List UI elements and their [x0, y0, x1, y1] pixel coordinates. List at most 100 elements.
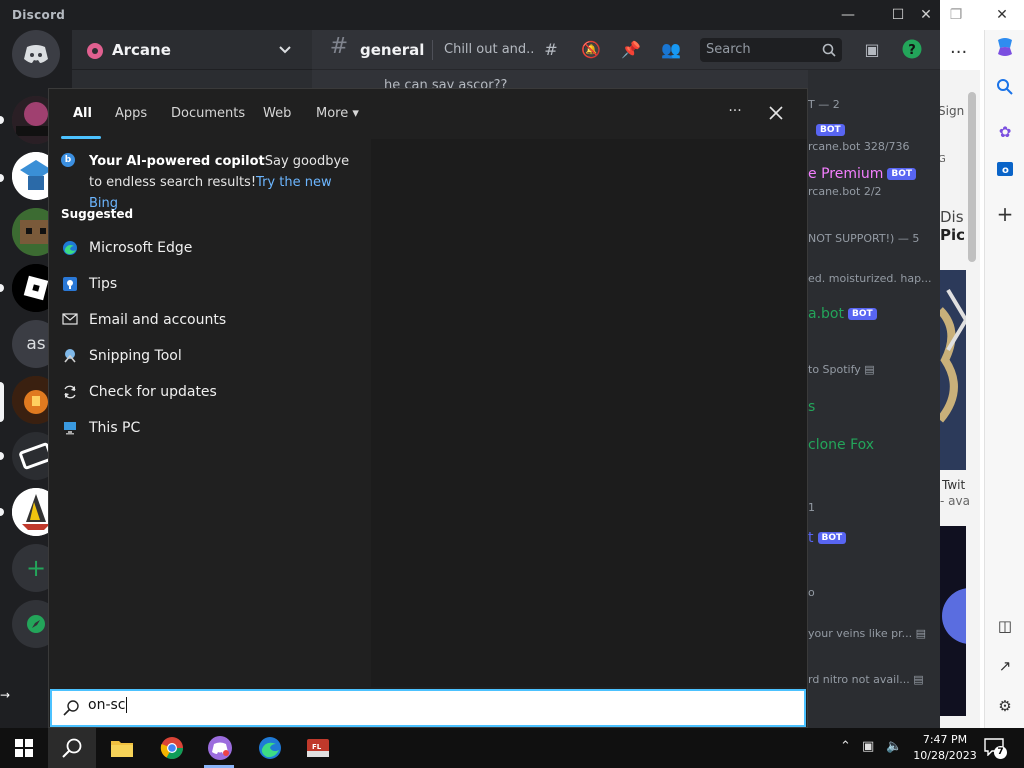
minimize-icon[interactable]: — [836, 4, 860, 26]
app-title: Discord [12, 8, 66, 22]
chrome-button[interactable] [148, 728, 196, 768]
chevron-down-icon[interactable] [278, 44, 292, 56]
tab-documents[interactable]: Documents [171, 106, 245, 121]
chat-header: # general Chill out and.. # 🔕 📌 👥 Search… [312, 30, 940, 70]
member-section: NOT SUPPORT!) — 5 [808, 232, 920, 245]
more-options-button[interactable]: ··· [723, 101, 747, 125]
member-name[interactable]: a.bot BOT [808, 306, 877, 322]
member-name[interactable]: clone Fox [808, 437, 874, 453]
hashtag-icon: # [329, 34, 349, 59]
suggested-item-tips[interactable]: Tips [49, 267, 371, 303]
search-taskbar-button[interactable] [48, 728, 96, 768]
sign-in-text[interactable]: Sign [940, 104, 964, 118]
notification-count-badge: 7 [994, 746, 1007, 759]
volume-muted-icon[interactable]: 🔈 [886, 739, 902, 754]
search-input[interactable]: on-sc [88, 697, 788, 721]
mail-icon [61, 312, 79, 330]
inbox-icon[interactable]: ▣ [861, 40, 883, 60]
folder-icon [111, 741, 133, 757]
channel-topic[interactable]: Chill out and.. [444, 42, 534, 57]
settings-gear-icon[interactable]: ⚙ [993, 694, 1017, 718]
more-options-icon[interactable]: ··· [950, 42, 967, 63]
clock-date: 10/28/2023 [913, 749, 977, 762]
members-icon[interactable]: 👥 [660, 40, 682, 60]
suggested-item-label: Snipping Tool [89, 348, 182, 364]
discord-taskbar-button[interactable] [196, 728, 244, 768]
unread-indicator [0, 116, 4, 124]
member-name[interactable]: t BOT [808, 530, 847, 546]
copilot-icon[interactable] [993, 36, 1017, 60]
tab-apps[interactable]: Apps [115, 106, 147, 121]
close-window-icon[interactable]: ✕ [914, 4, 938, 26]
search-icon[interactable] [993, 78, 1017, 102]
help-icon[interactable]: ? [901, 39, 923, 59]
search-tabs: All Apps Documents Web More ▾ ··· [49, 89, 809, 139]
mouse-cursor-icon: → [0, 688, 11, 702]
network-icon[interactable]: ▣ [862, 739, 874, 754]
search-input[interactable]: Search [700, 38, 842, 62]
bing-promo[interactable]: b Your AI-powered copilotSay goodbye to … [61, 151, 361, 214]
start-button[interactable] [0, 728, 48, 768]
snipping-tool-icon [61, 348, 79, 366]
tips-icon [61, 276, 79, 294]
search-icon [63, 700, 79, 716]
member-section: o [808, 586, 815, 599]
file-explorer-button[interactable] [98, 728, 146, 768]
suggested-item-snipping-tool[interactable]: Snipping Tool [49, 339, 371, 375]
refresh-icon [61, 384, 79, 402]
external-link-icon[interactable]: ↗ [993, 654, 1017, 678]
windows-logo-icon [15, 739, 33, 757]
close-window-icon[interactable]: ✕ [990, 4, 1014, 26]
member-name[interactable]: e Premium BOT [808, 166, 917, 182]
search-box[interactable]: on-sc [50, 689, 806, 727]
search-results-list: b Your AI-powered copilotSay goodbye to … [49, 139, 371, 687]
suggested-item-email-and-accounts[interactable]: Email and accounts [49, 303, 371, 339]
suggested-item-microsoft-edge[interactable]: Microsoft Edge [49, 231, 371, 267]
svg-text:FL: FL [312, 743, 322, 751]
tab-web[interactable]: Web [263, 106, 291, 121]
svg-text:o: o [1002, 165, 1009, 176]
bing-promo-title: Your AI-powered copilot [89, 154, 265, 169]
preview-pane [371, 139, 807, 687]
close-icon [769, 106, 783, 120]
discord-home-icon[interactable] [12, 30, 60, 78]
member-status: to Spotify ▤ [808, 363, 875, 376]
restore-icon[interactable]: ❐ [944, 4, 968, 26]
channel-name: general [360, 41, 425, 59]
search-icon [822, 43, 836, 57]
maximize-icon[interactable]: ☐ [886, 4, 910, 26]
suggested-item-check-for-updates[interactable]: Check for updates [49, 375, 371, 411]
page-text: - ava [940, 494, 970, 508]
threads-icon[interactable]: # [540, 40, 562, 60]
bing-icon: b [61, 153, 75, 167]
clock[interactable]: 7:47 PM 10/28/2023 [912, 732, 978, 764]
outlook-icon[interactable]: o [993, 160, 1017, 184]
app-taskbar-button[interactable]: FL [294, 728, 342, 768]
member-status: rd nitro not avail... ▤ [808, 673, 924, 686]
page-text: Dis [940, 208, 964, 226]
chrome-icon [160, 737, 183, 759]
chevron-up-icon[interactable]: ⌃ [840, 739, 851, 754]
scrollbar[interactable] [968, 92, 976, 262]
taskbar: FL ⌃ ▣ 🔈 7:47 PM 10/28/2023 7 [0, 728, 1024, 768]
tab-more[interactable]: More ▾ [316, 106, 359, 121]
suggested-item-this-pc[interactable]: This PC [49, 411, 371, 447]
computer-icon [61, 420, 79, 438]
server-initials: as [26, 334, 46, 354]
server-name: Arcane [112, 41, 171, 59]
split-screen-icon[interactable]: ◫ [993, 614, 1017, 638]
mute-icon[interactable]: 🔕 [580, 40, 602, 60]
close-search-button[interactable] [763, 101, 789, 127]
server-header[interactable]: Arcane [72, 30, 312, 70]
add-icon[interactable]: + [993, 202, 1017, 226]
discord-titlebar: Discord — ☐ ✕ [0, 0, 940, 30]
page-text: Pic [940, 226, 966, 244]
windows-search-panel: All Apps Documents Web More ▾ ··· b Your… [48, 88, 808, 728]
notification-center-button[interactable]: 7 [984, 738, 1007, 759]
page-text: Twit [942, 478, 966, 492]
shopping-icon[interactable]: ✿ [993, 120, 1017, 144]
tab-all[interactable]: All [73, 106, 92, 121]
edge-taskbar-button[interactable] [246, 728, 294, 768]
pin-icon[interactable]: 📌 [620, 40, 642, 60]
member-name[interactable]: s [808, 399, 815, 415]
